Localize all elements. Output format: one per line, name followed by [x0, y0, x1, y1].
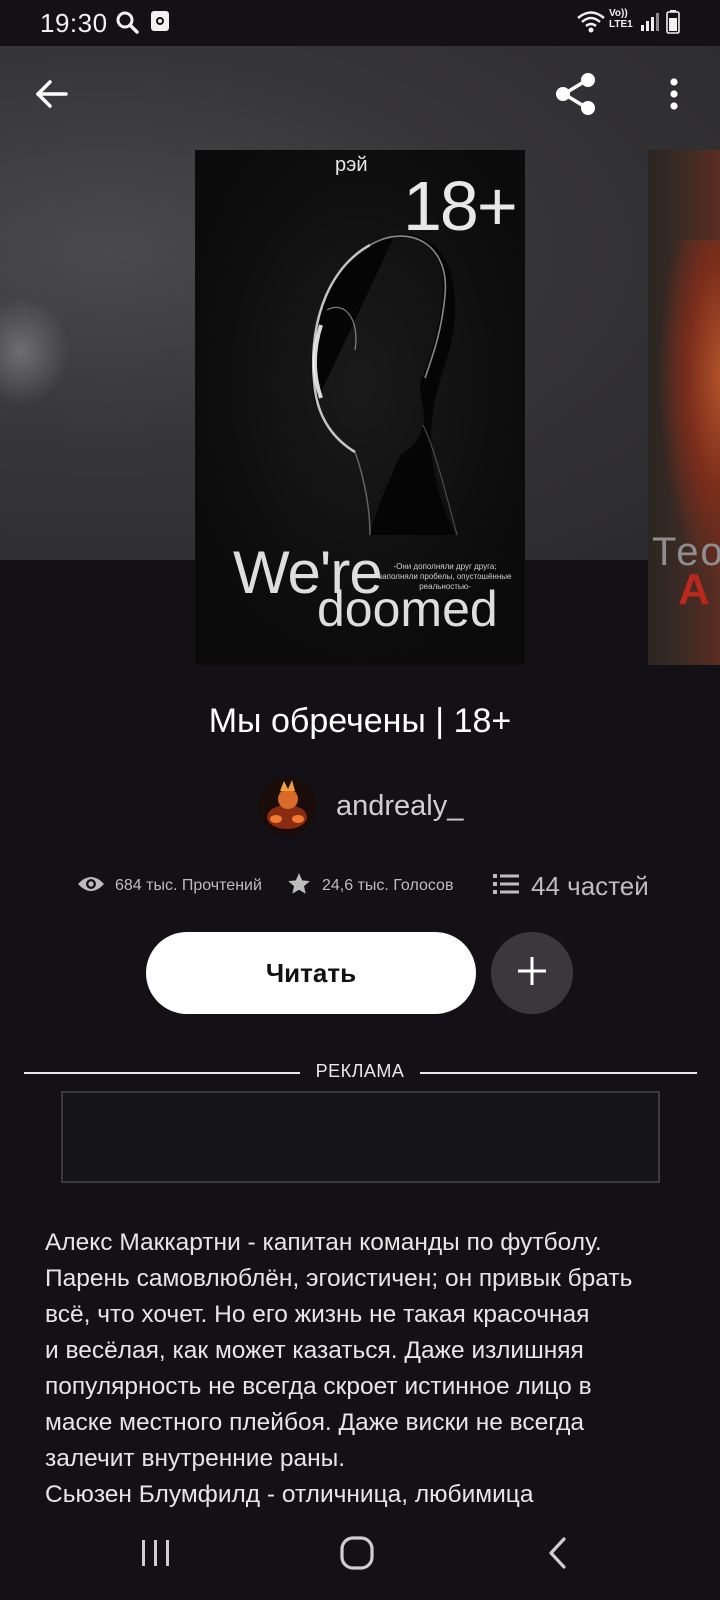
ad-divider-right [420, 1072, 697, 1074]
signal-icon [640, 12, 660, 37]
description-line: маске местного плейбоя. Даже виски не вс… [45, 1409, 585, 1436]
share-button[interactable] [552, 72, 600, 120]
add-to-library-button[interactable] [491, 932, 573, 1014]
search-icon [115, 10, 139, 39]
home-button[interactable] [327, 1530, 387, 1580]
description-line: популярность не всегда скроет истинное л… [45, 1373, 592, 1400]
network-indicator: Vo)) LTE1 [609, 8, 633, 30]
more-options-button[interactable] [650, 72, 698, 120]
description-line: Сьюзен Блумфилд - отличница, любимица [45, 1481, 534, 1508]
plus-icon [516, 955, 548, 992]
description-line: всё, что хочет. Но его жизнь не такая кр… [45, 1301, 590, 1328]
description-line: и весёлая, как может казаться. Даже изли… [45, 1337, 584, 1364]
book-cover[interactable]: рэй 18+ We're doomed -Они дополняли друг… [195, 150, 525, 665]
parts-count: 44 частей [531, 870, 649, 901]
more-vertical-icon [669, 77, 679, 116]
cover-tagline: -Они дополняли друг друга; заполняли про… [378, 562, 512, 591]
status-bar: 19:30 Vo)) LTE1 [0, 0, 720, 46]
status-time: 19:30 [40, 8, 108, 38]
next-book-cover[interactable]: Тео А [648, 150, 720, 665]
book-stats: 684 тыс. Прочтений 24,6 тыс. Голосов 44 … [0, 864, 720, 908]
book-title: Мы обречены | 18+ [208, 702, 512, 740]
read-button[interactable]: Читать [146, 932, 476, 1014]
ad-label: РЕКЛАМА [315, 1061, 405, 1081]
screenshot-icon [150, 10, 170, 37]
ad-banner[interactable] [61, 1091, 660, 1183]
back-button[interactable] [28, 72, 76, 120]
recent-apps-icon [139, 1538, 173, 1573]
share-icon [553, 71, 599, 122]
star-icon [286, 871, 312, 902]
back-arrow-icon [35, 79, 69, 114]
reads-count: 684 тыс. Прочтений [115, 877, 262, 894]
description-line: Алекс Маккартни - капитан команды по фут… [45, 1229, 602, 1256]
nav-back-button[interactable] [528, 1530, 588, 1580]
votes-count: 24,6 тыс. Голосов [322, 877, 454, 894]
description-line: залечит внутренние раны. [45, 1445, 346, 1472]
cover-author-text: рэй [335, 154, 368, 176]
wifi-icon [576, 10, 606, 39]
description-line: Парень самовлюблён, эгоистичен; он привы… [45, 1265, 633, 1292]
ad-divider-left [24, 1072, 300, 1074]
author-name: andrealy_ [336, 789, 464, 822]
home-icon [339, 1535, 375, 1576]
next-cover-text-red: А [678, 565, 710, 614]
avatar [258, 777, 316, 835]
stat-reads: 684 тыс. Прочтений [77, 864, 262, 908]
recent-apps-button[interactable] [126, 1530, 186, 1580]
book-description: Алекс Маккартни - капитан команды по фут… [45, 1225, 685, 1513]
cover-rating: 18+ [403, 167, 518, 245]
battery-icon [666, 10, 680, 39]
author-link[interactable]: andrealy_ [258, 777, 463, 835]
stat-votes: 24,6 тыс. Голосов [286, 864, 453, 908]
back-icon [547, 1536, 569, 1575]
system-navigation-bar [0, 1510, 720, 1600]
list-icon [493, 873, 519, 900]
stat-parts[interactable]: 44 частей [493, 864, 649, 908]
eye-icon [77, 874, 105, 899]
